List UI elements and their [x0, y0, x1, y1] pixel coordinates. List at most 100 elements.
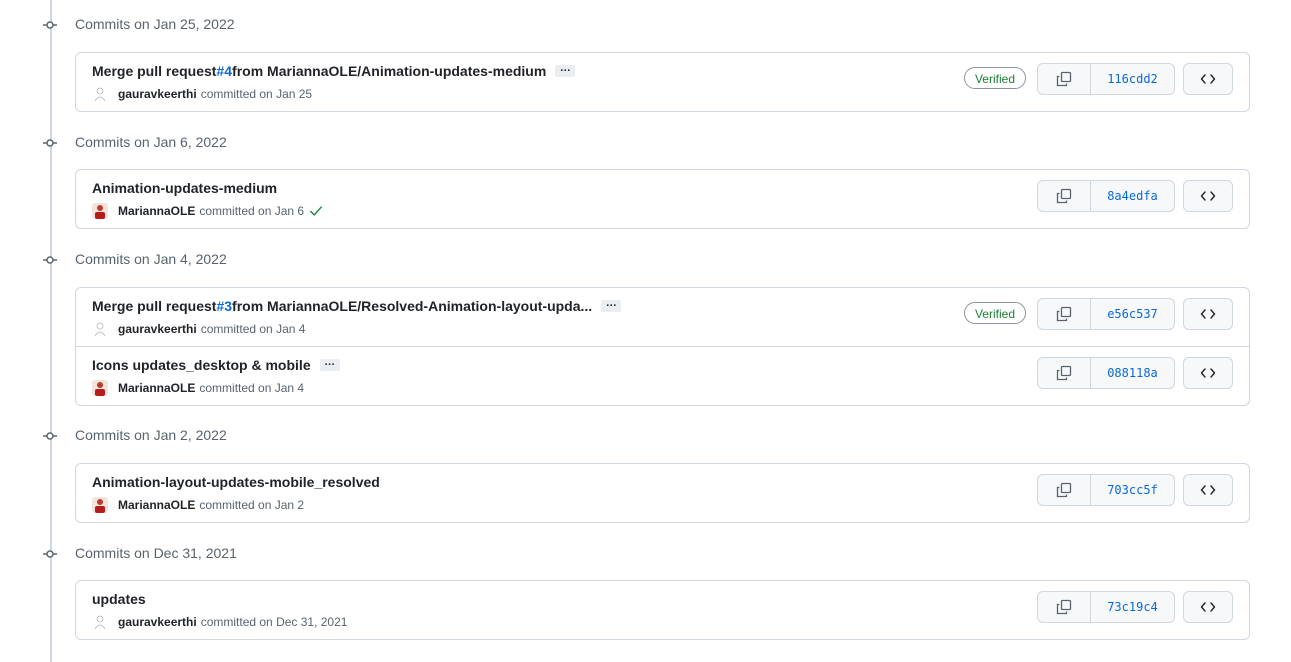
pull-request-link[interactable]: #3 [216, 298, 232, 314]
code-icon [1200, 74, 1216, 84]
commit-list: Animation-layout-updates-mobile_resolved… [75, 463, 1250, 523]
copy-icon [1056, 599, 1072, 615]
commit-sha-link[interactable]: 703cc5f [1091, 475, 1174, 505]
git-commit-icon [43, 256, 57, 264]
copy-sha-button[interactable] [1038, 475, 1091, 505]
sha-button-group: e56c537 [1037, 298, 1175, 330]
avatar[interactable] [92, 86, 108, 102]
commit-sha-link[interactable]: e56c537 [1091, 299, 1174, 329]
commit-sha-link[interactable]: 8a4edfa [1091, 181, 1174, 211]
sha-button-group: 703cc5f [1037, 474, 1175, 506]
commit-message[interactable]: Merge pull request #4 from MariannaOLE/A… [92, 63, 576, 79]
avatar[interactable] [92, 380, 108, 396]
code-icon [1200, 309, 1216, 319]
copy-sha-button[interactable] [1038, 64, 1091, 94]
expand-message-button[interactable]: … [601, 298, 622, 312]
browse-repository-button[interactable] [1183, 357, 1233, 389]
author-link[interactable]: gauravkeerthi [118, 87, 197, 101]
git-commit-icon [43, 21, 57, 29]
avatar[interactable] [92, 203, 108, 219]
commit-meta: MariannaOLE committed on Jan 4 [92, 380, 304, 396]
commit-group-date: Commits on Jan 6, 2022 [75, 134, 227, 150]
pull-request-link[interactable]: #4 [216, 63, 232, 79]
commit-meta: MariannaOLE committed on Jan 2 [92, 497, 304, 513]
commit-row: Merge pull request #3 from MariannaOLE/R… [76, 288, 1249, 346]
commit-group-header: Commits on Jan 6, 2022 [0, 131, 600, 155]
commit-date: committed on Jan 25 [200, 87, 313, 101]
copy-sha-button[interactable] [1038, 299, 1091, 329]
code-icon [1200, 485, 1216, 495]
git-commit-icon [43, 550, 57, 558]
commit-row: Animation-layout-updates-mobile_resolved… [76, 464, 1249, 522]
commit-group-date: Commits on Jan 2, 2022 [75, 427, 227, 443]
commit-row: Merge pull request #4 from MariannaOLE/A… [76, 53, 1249, 111]
sha-button-group: 73c19c4 [1037, 591, 1175, 623]
commit-list: Animation-updates-medium MariannaOLE com… [75, 169, 1250, 229]
copy-sha-button[interactable] [1038, 181, 1091, 211]
avatar[interactable] [92, 614, 108, 630]
copy-sha-button[interactable] [1038, 358, 1091, 388]
commit-meta: gauravkeerthi committed on Jan 4 [92, 321, 305, 337]
browse-repository-button[interactable] [1183, 298, 1233, 330]
commit-message[interactable]: Animation-layout-updates-mobile_resolved [92, 474, 380, 490]
copy-icon [1056, 482, 1072, 498]
commit-meta: MariannaOLE committed on Jan 6 [92, 203, 323, 219]
commit-list: updates gauravkeerthi committed on Dec 3… [75, 580, 1250, 640]
commit-meta: gauravkeerthi committed on Dec 31, 2021 [92, 614, 347, 630]
browse-repository-button[interactable] [1183, 474, 1233, 506]
commit-group-header: Commits on Dec 31, 2021 [0, 542, 600, 566]
code-icon [1200, 602, 1216, 612]
commit-group-header: Commits on Jan 25, 2022 [0, 13, 600, 37]
verified-badge[interactable]: Verified [963, 302, 1026, 324]
commit-date: committed on Jan 2 [199, 498, 305, 512]
expand-message-button[interactable]: … [319, 357, 340, 371]
commit-message[interactable]: Animation-updates-medium [92, 180, 277, 196]
git-commit-icon [43, 139, 57, 147]
check-icon[interactable] [309, 204, 323, 218]
author-link[interactable]: MariannaOLE [118, 204, 195, 218]
browse-repository-button[interactable] [1183, 63, 1233, 95]
commit-message[interactable]: updates [92, 591, 146, 607]
copy-sha-button[interactable] [1038, 592, 1091, 622]
commit-row: updates gauravkeerthi committed on Dec 3… [76, 581, 1249, 639]
code-icon [1200, 191, 1216, 201]
commit-meta: gauravkeerthi committed on Jan 25 [92, 86, 312, 102]
avatar[interactable] [92, 321, 108, 337]
commit-group-date: Commits on Jan 25, 2022 [75, 16, 235, 32]
commit-sha-link[interactable]: 73c19c4 [1091, 592, 1174, 622]
commit-group-date: Commits on Dec 31, 2021 [75, 545, 237, 561]
commit-message[interactable]: Icons updates_desktop & mobile … [92, 357, 340, 373]
copy-icon [1056, 365, 1072, 381]
commit-row: Icons updates_desktop & mobile … Mariann… [76, 346, 1249, 405]
git-commit-icon [43, 432, 57, 440]
sha-button-group: 8a4edfa [1037, 180, 1175, 212]
commit-row: Animation-updates-medium MariannaOLE com… [76, 170, 1249, 228]
copy-icon [1056, 188, 1072, 204]
verified-badge[interactable]: Verified [963, 67, 1026, 89]
commit-date: committed on Jan 6 [199, 204, 305, 218]
browse-repository-button[interactable] [1183, 180, 1233, 212]
code-icon [1200, 368, 1216, 378]
commit-group-header: Commits on Jan 4, 2022 [0, 248, 600, 272]
browse-repository-button[interactable] [1183, 591, 1233, 623]
sha-button-group: 088118a [1037, 357, 1175, 389]
author-link[interactable]: MariannaOLE [118, 498, 195, 512]
expand-message-button[interactable]: … [555, 63, 576, 77]
commit-sha-link[interactable]: 116cdd2 [1091, 64, 1174, 94]
author-link[interactable]: gauravkeerthi [118, 322, 197, 336]
commit-date: committed on Jan 4 [199, 381, 305, 395]
author-link[interactable]: gauravkeerthi [118, 615, 197, 629]
copy-icon [1056, 306, 1072, 322]
commit-message[interactable]: Merge pull request #3 from MariannaOLE/R… [92, 298, 622, 314]
copy-icon [1056, 71, 1072, 87]
commit-group-date: Commits on Jan 4, 2022 [75, 251, 227, 267]
commit-date: committed on Jan 4 [200, 322, 306, 336]
commit-list: Merge pull request #4 from MariannaOLE/A… [75, 52, 1250, 112]
commit-sha-link[interactable]: 088118a [1091, 358, 1174, 388]
sha-button-group: 116cdd2 [1037, 63, 1175, 95]
author-link[interactable]: MariannaOLE [118, 381, 195, 395]
commit-date: committed on Dec 31, 2021 [200, 615, 348, 629]
commit-group-header: Commits on Jan 2, 2022 [0, 424, 600, 448]
avatar[interactable] [92, 497, 108, 513]
commit-list: Merge pull request #3 from MariannaOLE/R… [75, 287, 1250, 406]
